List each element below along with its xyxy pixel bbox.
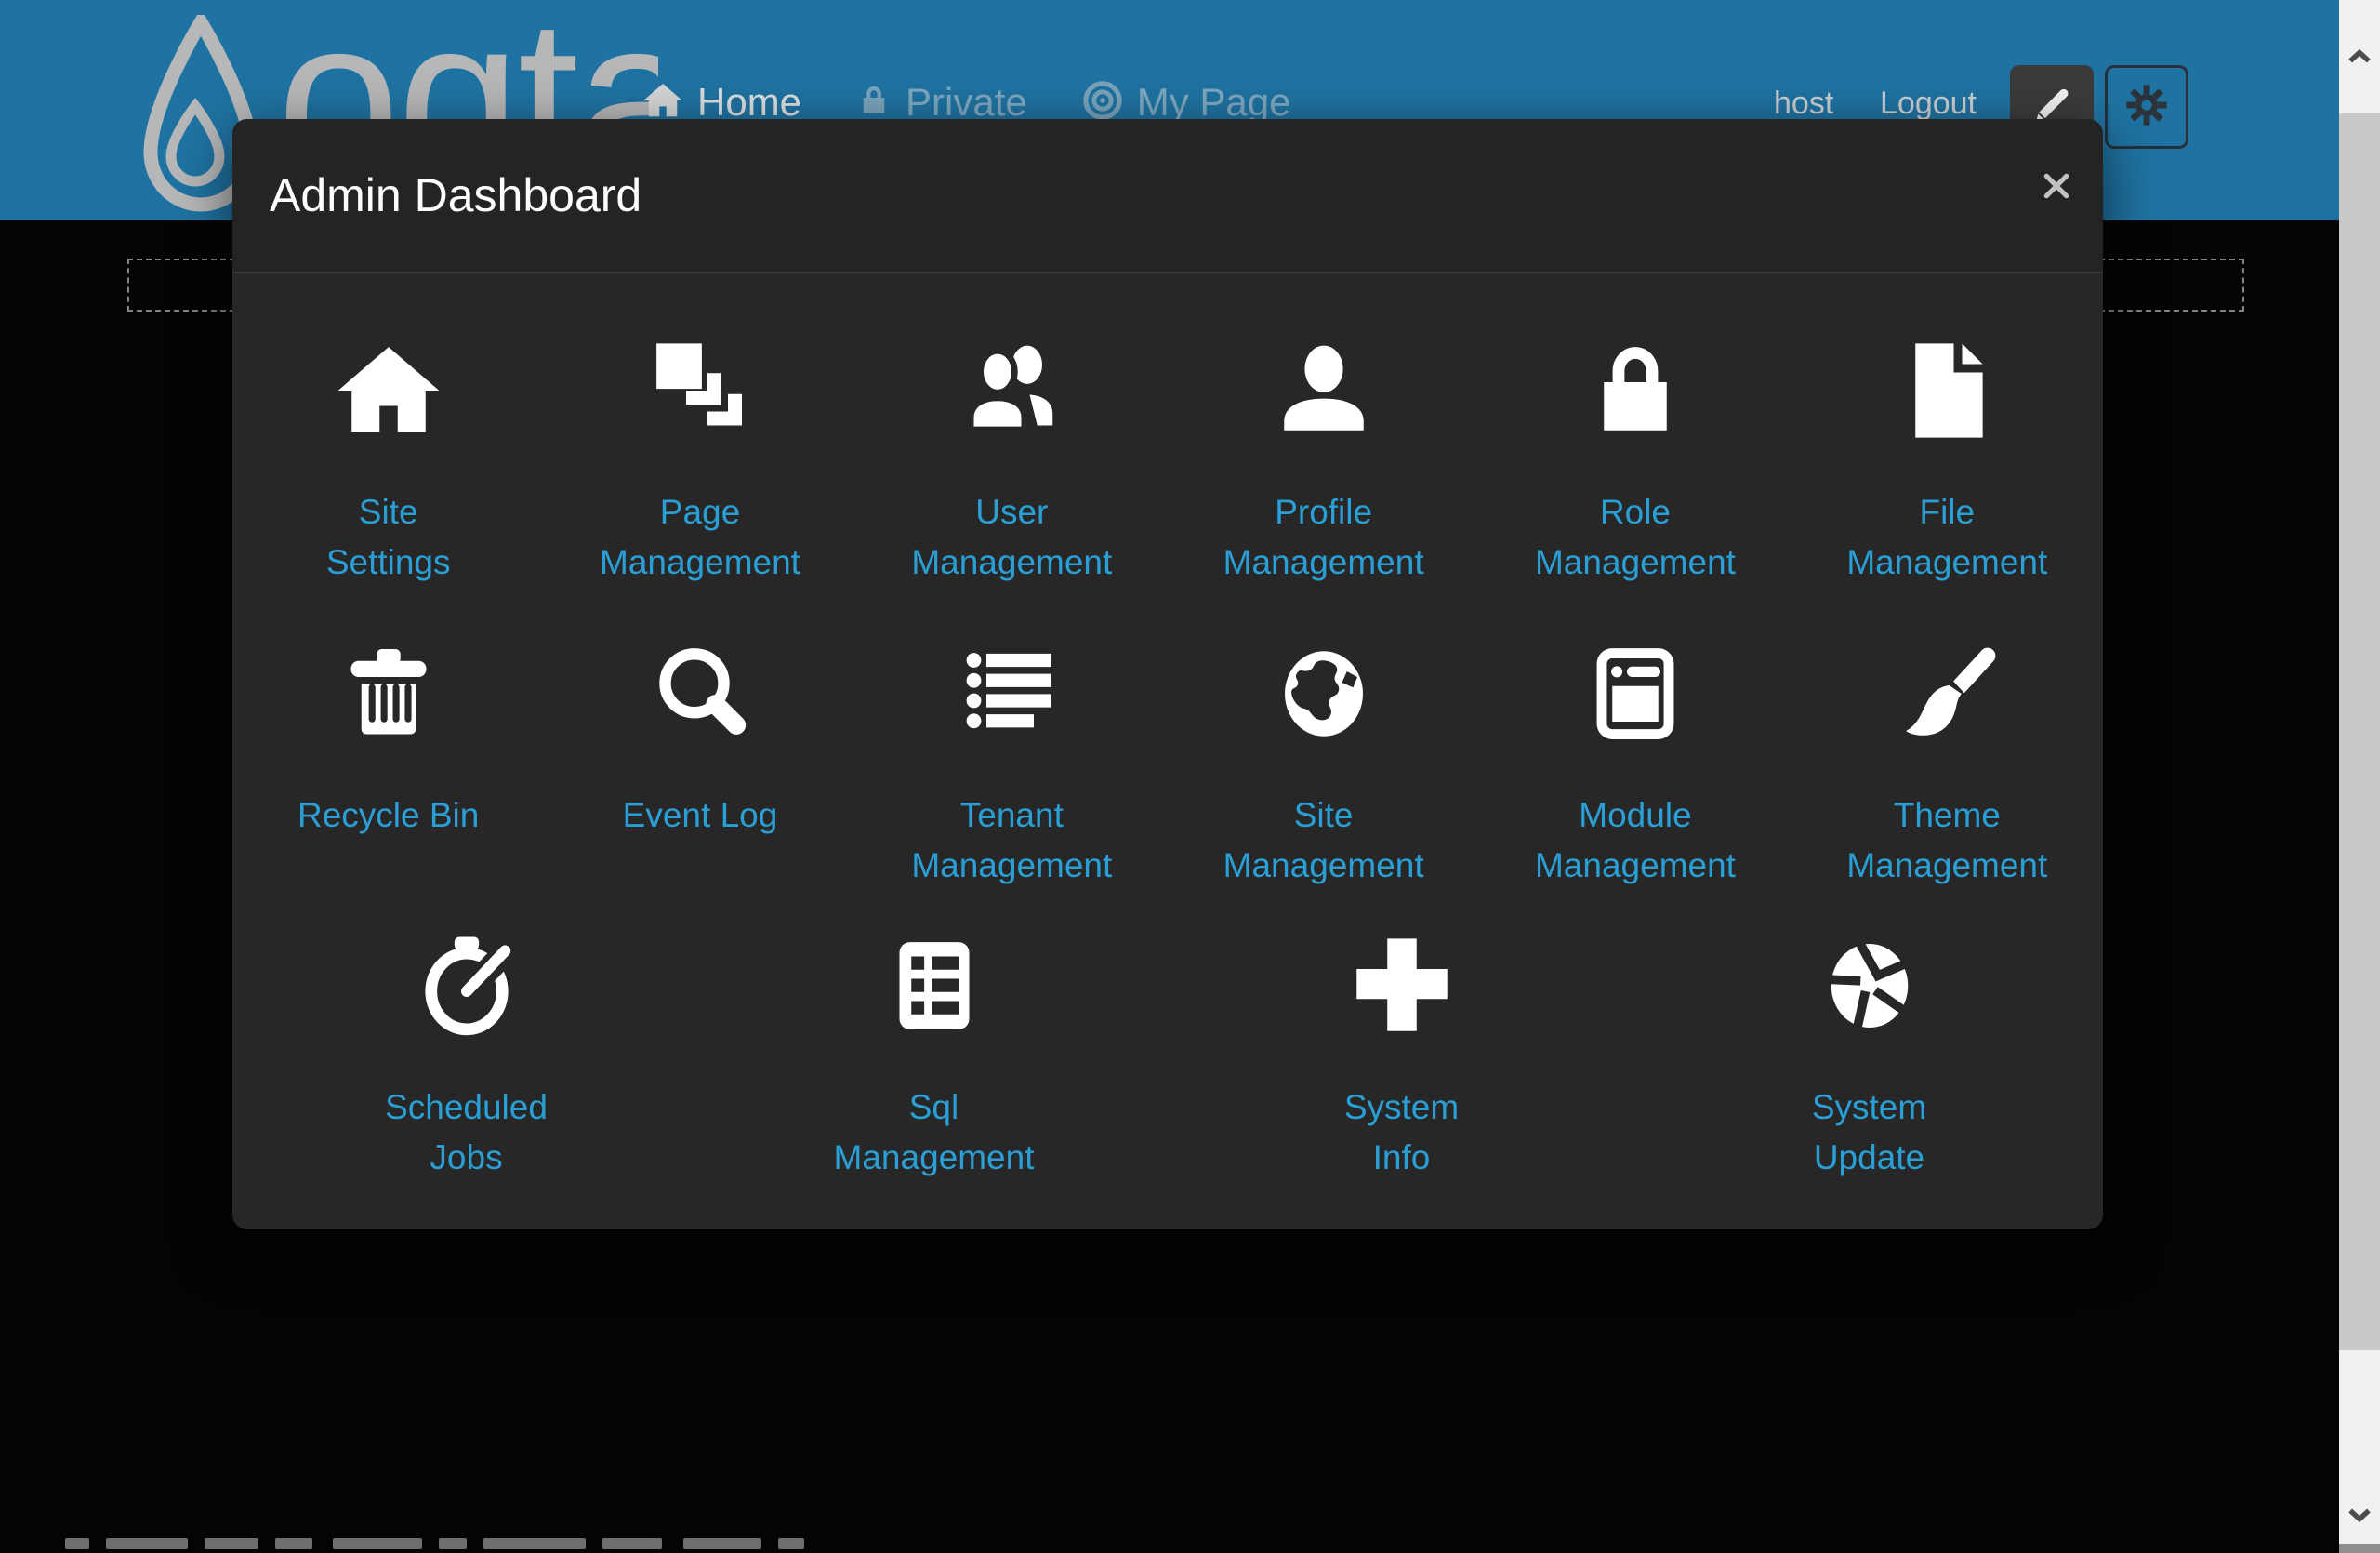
page-bottom-clipped-content — [65, 1538, 821, 1553]
tile-event-log[interactable]: Event Log — [544, 638, 855, 891]
username-link[interactable]: host — [1774, 86, 1833, 122]
brush-icon — [1891, 638, 2003, 750]
globe-icon — [1268, 638, 1380, 750]
tile-label: System Update — [1812, 1082, 1926, 1183]
tile-system-info[interactable]: System Info — [1168, 930, 1635, 1183]
tile-site-management[interactable]: Site Management — [1168, 638, 1479, 891]
modal-title: Admin Dashboard — [232, 168, 641, 222]
admin-dashboard-modal: Admin Dashboard Site Settings Page Manag… — [232, 119, 2103, 1229]
list-icon — [956, 638, 1067, 750]
tile-sql-management[interactable]: Sql Management — [700, 930, 1168, 1183]
tile-system-update[interactable]: System Update — [1635, 930, 2103, 1183]
tile-tenant-management[interactable]: Tenant Management — [856, 638, 1168, 891]
tile-label: Tenant Management — [911, 790, 1112, 891]
tile-page-management[interactable]: Page Management — [544, 335, 855, 588]
tile-site-settings[interactable]: Site Settings — [232, 335, 544, 588]
scroll-down-arrow-icon[interactable] — [2339, 1484, 2380, 1546]
aperture-icon — [1814, 930, 1925, 1042]
vertical-scrollbar — [2339, 0, 2380, 1553]
tile-label: Module Management — [1535, 790, 1736, 891]
tile-label: Site Settings — [326, 487, 451, 588]
medical-cross-icon — [1346, 930, 1458, 1042]
scrollbar-corner — [2339, 1544, 2380, 1553]
people-icon — [956, 335, 1067, 446]
gear-icon — [2122, 81, 2171, 134]
close-icon[interactable] — [2036, 166, 2077, 206]
tile-label: User Management — [911, 487, 1112, 588]
tile-role-management[interactable]: Role Management — [1479, 335, 1791, 588]
nav-item-label: Home — [697, 80, 801, 125]
magnifier-icon — [644, 638, 756, 750]
browser-viewport: oqtane Home Private — [0, 0, 2380, 1553]
nav-item-label: Private — [906, 80, 1027, 125]
file-icon — [1891, 335, 2003, 446]
trash-icon — [333, 638, 444, 750]
lock-icon — [1580, 335, 1691, 446]
control-panel-button[interactable] — [2105, 65, 2188, 149]
person-icon — [1268, 335, 1380, 446]
tile-row: Site Settings Page Management User Manag… — [232, 335, 2103, 588]
tile-label: Role Management — [1535, 487, 1736, 588]
tile-label: Profile Management — [1223, 487, 1424, 588]
tile-recycle-bin[interactable]: Recycle Bin — [232, 638, 544, 891]
tile-label: System Info — [1344, 1082, 1459, 1183]
tile-label: Theme Management — [1846, 790, 2047, 891]
tile-theme-management[interactable]: Theme Management — [1792, 638, 2103, 891]
home-icon — [333, 335, 444, 446]
tile-label: Event Log — [623, 790, 778, 841]
tile-label: Site Management — [1223, 790, 1424, 891]
scroll-up-arrow-icon[interactable] — [2339, 0, 2380, 113]
modal-header: Admin Dashboard — [232, 119, 2103, 273]
tile-module-management[interactable]: Module Management — [1479, 638, 1791, 891]
tile-user-management[interactable]: User Management — [856, 335, 1168, 588]
tile-label: Scheduled Jobs — [385, 1082, 548, 1183]
tile-label: Page Management — [600, 487, 800, 588]
tile-scheduled-jobs[interactable]: Scheduled Jobs — [232, 930, 700, 1183]
modal-body: Site Settings Page Management User Manag… — [232, 335, 2103, 1183]
tile-label: Recycle Bin — [298, 790, 479, 841]
tile-row: Recycle Bin Event Log Tenant Management … — [232, 638, 2103, 891]
browser-icon — [1580, 638, 1691, 750]
pages-icon — [644, 335, 756, 446]
tile-label: File Management — [1846, 487, 2047, 588]
nav-item-label: My Page — [1137, 80, 1291, 125]
tile-row: Scheduled Jobs Sql Management System Inf… — [232, 930, 2103, 1183]
logout-link[interactable]: Logout — [1880, 86, 1977, 122]
scrollbar-thumb[interactable] — [2339, 113, 2380, 1350]
spreadsheet-icon — [879, 930, 990, 1042]
tile-label: Sql Management — [834, 1082, 1035, 1183]
timer-icon — [411, 930, 522, 1042]
tile-file-management[interactable]: File Management — [1792, 335, 2103, 588]
tile-profile-management[interactable]: Profile Management — [1168, 335, 1479, 588]
